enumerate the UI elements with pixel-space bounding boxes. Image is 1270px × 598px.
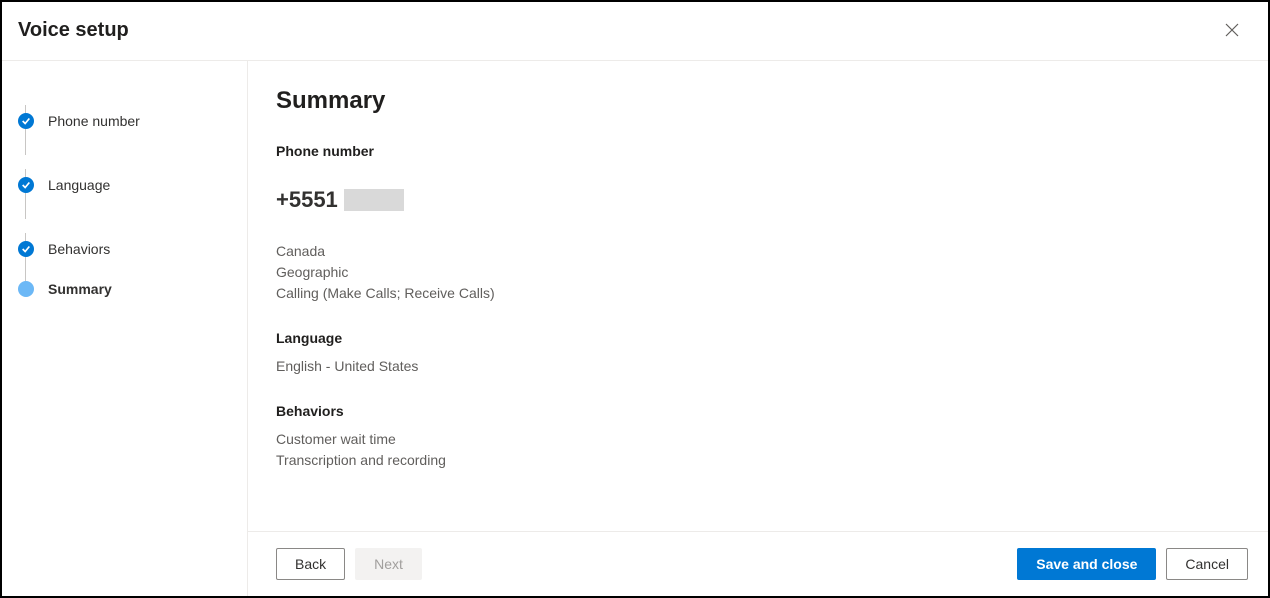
checkmark-icon xyxy=(18,113,34,129)
phone-type: Geographic xyxy=(276,262,1240,283)
dialog-header: Voice setup xyxy=(2,2,1268,61)
wizard-footer: Back Next Save and close Cancel xyxy=(248,531,1268,596)
checkmark-icon xyxy=(18,177,34,193)
footer-right-buttons: Save and close Cancel xyxy=(1017,548,1248,580)
checkmark-icon xyxy=(18,241,34,257)
step-behaviors[interactable]: Behaviors xyxy=(18,217,231,281)
step-phone-number[interactable]: Phone number xyxy=(18,89,231,153)
dialog-title: Voice setup xyxy=(18,19,129,42)
wizard-steps-sidebar: Phone number Language Behaviors xyxy=(2,61,248,596)
page-title: Summary xyxy=(276,87,1240,115)
step-language[interactable]: Language xyxy=(18,153,231,217)
close-icon xyxy=(1224,22,1240,38)
cancel-button[interactable]: Cancel xyxy=(1166,548,1248,580)
phone-capabilities: Calling (Make Calls; Receive Calls) xyxy=(276,283,1240,304)
summary-content: Summary Phone number +5551 Canada Geogra… xyxy=(248,61,1268,531)
language-section-label: Language xyxy=(276,330,1240,346)
phone-section-label: Phone number xyxy=(276,143,1240,159)
content-panel: Summary Phone number +5551 Canada Geogra… xyxy=(248,61,1268,596)
dialog-body: Phone number Language Behaviors xyxy=(2,61,1268,596)
close-button[interactable] xyxy=(1216,14,1248,46)
step-label: Summary xyxy=(48,281,112,297)
save-and-close-button[interactable]: Save and close xyxy=(1017,548,1156,580)
footer-left-buttons: Back Next xyxy=(276,548,422,580)
behavior-item: Transcription and recording xyxy=(276,450,1240,471)
back-button[interactable]: Back xyxy=(276,548,345,580)
step-label: Phone number xyxy=(48,113,140,129)
redacted-block xyxy=(344,189,404,211)
current-step-icon xyxy=(18,281,34,297)
behavior-item: Customer wait time xyxy=(276,429,1240,450)
step-label: Behaviors xyxy=(48,241,110,257)
next-button: Next xyxy=(355,548,422,580)
phone-number-value: +5551 xyxy=(276,187,338,213)
language-value: English - United States xyxy=(276,356,1240,377)
behaviors-section-label: Behaviors xyxy=(276,403,1240,419)
phone-country: Canada xyxy=(276,241,1240,262)
step-summary[interactable]: Summary xyxy=(18,281,231,297)
phone-number-display: +5551 xyxy=(276,187,1240,213)
step-label: Language xyxy=(48,177,110,193)
voice-setup-dialog: Voice setup Phone number xyxy=(0,0,1270,598)
steps-list: Phone number Language Behaviors xyxy=(18,89,231,297)
